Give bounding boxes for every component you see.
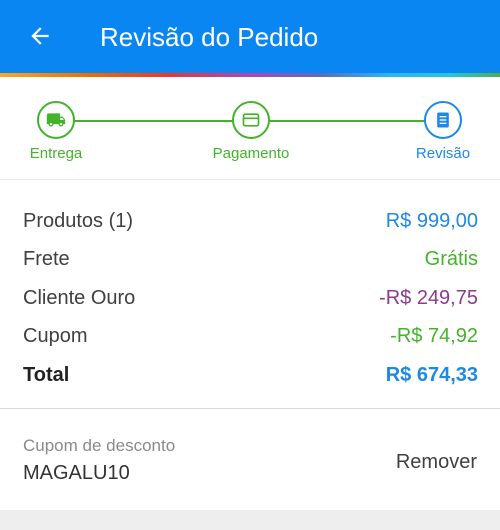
summary-value: -R$ 249,75	[379, 286, 478, 309]
step-circle	[232, 101, 270, 139]
checkout-stepper: Entrega Pagamento Revisão	[0, 77, 500, 180]
arrow-left-icon	[31, 27, 49, 45]
summary-label: Cliente Ouro	[23, 286, 136, 309]
summary-label: Frete	[23, 247, 70, 270]
coupon-label: Cupom de desconto	[23, 436, 176, 455]
summary-label: Cupom	[23, 324, 88, 347]
receipt-icon	[437, 112, 449, 128]
summary-value: Grátis	[424, 247, 478, 270]
order-summary: Produtos (1) R$ 999,00 Frete Grátis Clie…	[0, 181, 500, 409]
step-pagamento[interactable]: Pagamento	[196, 101, 306, 162]
card-icon	[242, 113, 260, 127]
step-label: Pagamento	[212, 145, 290, 162]
total-value: R$ 674,33	[385, 363, 478, 386]
step-label: Entrega	[29, 145, 83, 162]
step-label: Revisão	[415, 145, 471, 162]
summary-row-total: Total R$ 674,33	[23, 360, 478, 390]
step-circle	[37, 101, 75, 139]
coupon-code: MAGALU10	[23, 462, 130, 484]
truck-icon	[46, 113, 66, 127]
summary-row-cliente-ouro: Cliente Ouro -R$ 249,75	[23, 283, 478, 313]
step-revisao[interactable]: Revisão	[388, 101, 498, 162]
summary-value: -R$ 74,92	[390, 324, 478, 347]
step-entrega[interactable]: Entrega	[1, 101, 111, 162]
back-button[interactable]	[22, 18, 58, 54]
summary-row-frete: Frete Grátis	[23, 244, 478, 274]
total-label: Total	[23, 363, 70, 386]
bottom-divider	[0, 510, 500, 530]
app-header: Revisão do Pedido	[0, 0, 500, 73]
summary-row-produtos: Produtos (1) R$ 999,00	[23, 206, 478, 236]
remove-coupon-button[interactable]: Remover	[396, 451, 477, 474]
summary-label: Produtos (1)	[23, 209, 134, 232]
summary-row-cupom: Cupom -R$ 74,92	[23, 321, 478, 351]
coupon-section: Cupom de desconto MAGALU10 Remover	[0, 410, 500, 510]
summary-value: R$ 999,00	[385, 209, 478, 232]
page-title: Revisão do Pedido	[100, 22, 319, 52]
step-circle	[424, 101, 462, 139]
